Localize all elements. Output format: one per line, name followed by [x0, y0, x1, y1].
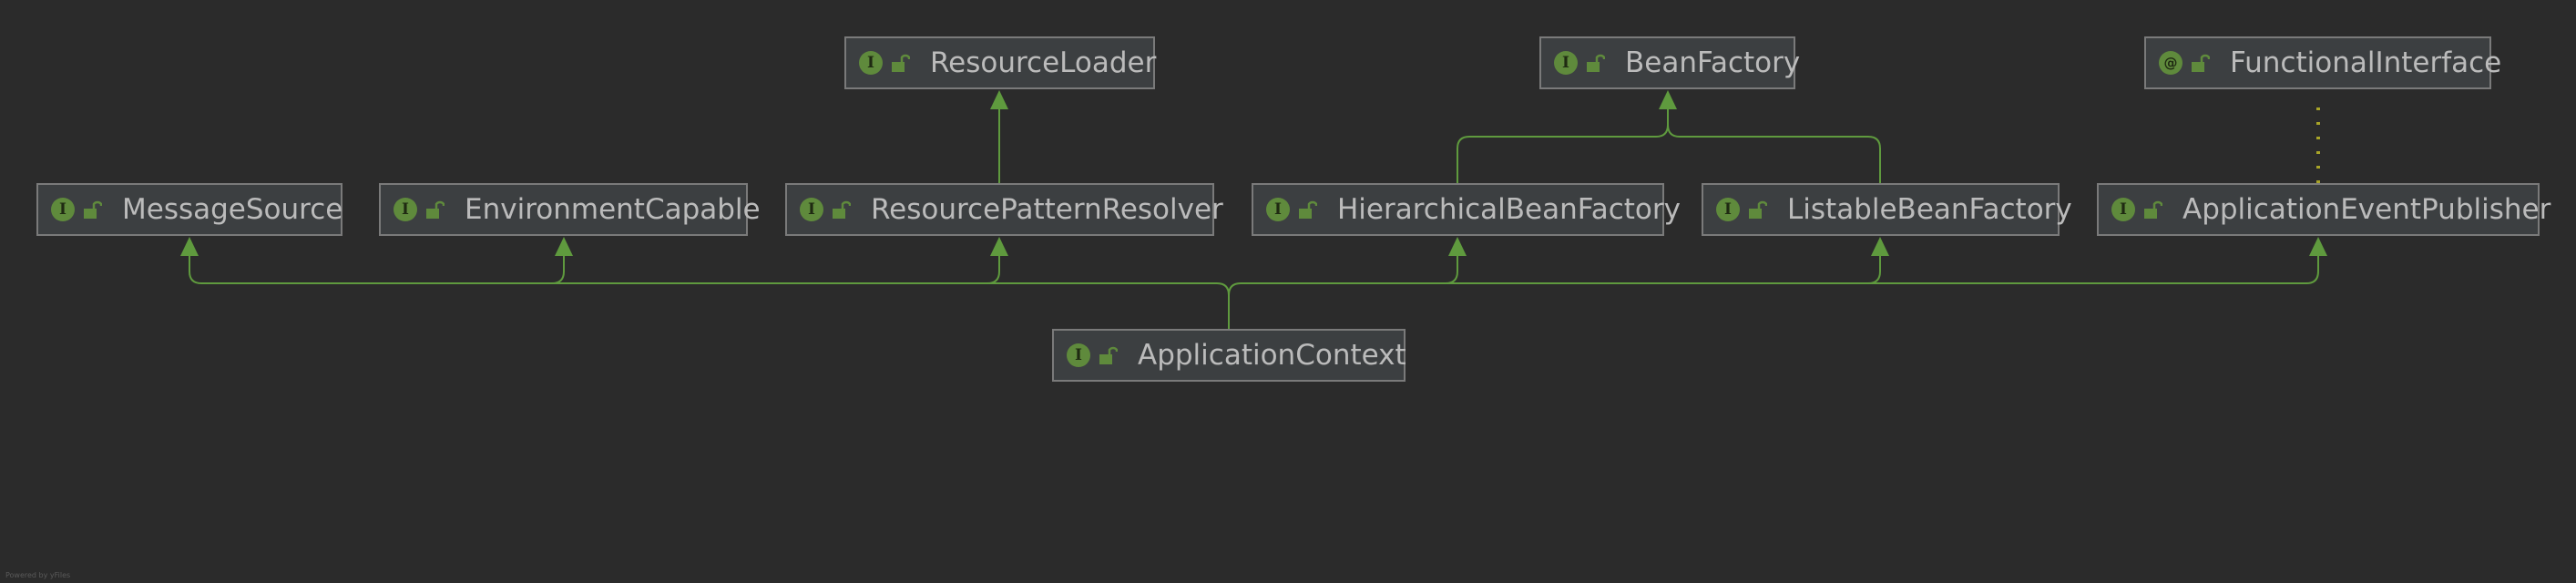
- node-hierarchical-bean-factory[interactable]: I HierarchicalBeanFactory: [1252, 183, 1681, 236]
- node-message-source[interactable]: I MessageSource: [36, 183, 342, 236]
- unlocked-padlock-icon: [833, 200, 851, 219]
- interface-icon: I: [394, 198, 417, 221]
- interface-icon: I: [1266, 198, 1290, 221]
- node-label: ResourcePatternResolver: [871, 193, 1223, 226]
- unlocked-padlock-icon: [892, 54, 910, 72]
- unlocked-padlock-icon: [2192, 54, 2210, 72]
- node-label: ApplicationEventPublisher: [2182, 193, 2551, 226]
- interface-icon: I: [2111, 198, 2135, 221]
- interface-icon: I: [1067, 343, 1090, 367]
- node-resource-pattern-resolver[interactable]: I ResourcePatternResolver: [785, 183, 1223, 236]
- node-label: BeanFactory: [1625, 46, 1801, 79]
- unlocked-padlock-icon: [1587, 54, 1605, 72]
- edge-hierarchicalbeanfactory-to-beanfactory: [1457, 103, 1669, 183]
- edge-listablebeanfactory-to-beanfactory: [1659, 90, 1881, 183]
- unlocked-padlock-icon: [2144, 200, 2162, 219]
- node-label: FunctionalInterface: [2230, 46, 2502, 79]
- unlocked-padlock-icon: [1099, 346, 1118, 364]
- interface-icon: I: [859, 51, 883, 75]
- node-application-event-publisher[interactable]: I ApplicationEventPublisher: [2097, 183, 2550, 236]
- node-label: EnvironmentCapable: [465, 193, 761, 226]
- node-listable-bean-factory[interactable]: I ListableBeanFactory: [1702, 183, 2072, 236]
- unlocked-padlock-icon: [84, 200, 102, 219]
- footer-credit: Powered by yFiles: [5, 571, 71, 579]
- node-functional-interface[interactable]: @ FunctionalInterface: [2144, 36, 2501, 89]
- node-label: ResourceLoader: [930, 46, 1157, 79]
- node-environment-capable[interactable]: I EnvironmentCapable: [379, 183, 761, 236]
- node-label: ApplicationContext: [1138, 339, 1406, 372]
- interface-icon: I: [1554, 51, 1578, 75]
- unlocked-padlock-icon: [1299, 200, 1317, 219]
- unlocked-padlock-icon: [426, 200, 445, 219]
- node-bean-factory[interactable]: I BeanFactory: [1539, 36, 1800, 89]
- node-label: ListableBeanFactory: [1787, 193, 2072, 226]
- node-label: MessageSource: [122, 193, 343, 226]
- node-label: HierarchicalBeanFactory: [1337, 193, 1681, 226]
- unlocked-padlock-icon: [1749, 200, 1767, 219]
- interface-icon: I: [1716, 198, 1740, 221]
- edge-resourcepatternresolver-to-resourceloader: [990, 90, 1008, 183]
- node-application-context[interactable]: I ApplicationContext: [1052, 329, 1406, 382]
- interface-icon: I: [51, 198, 75, 221]
- node-resource-loader[interactable]: I ResourceLoader: [844, 36, 1157, 89]
- edge-applicationcontext-to-superinterfaces: [180, 237, 2327, 329]
- annotation-icon: @: [2159, 51, 2182, 75]
- interface-icon: I: [800, 198, 823, 221]
